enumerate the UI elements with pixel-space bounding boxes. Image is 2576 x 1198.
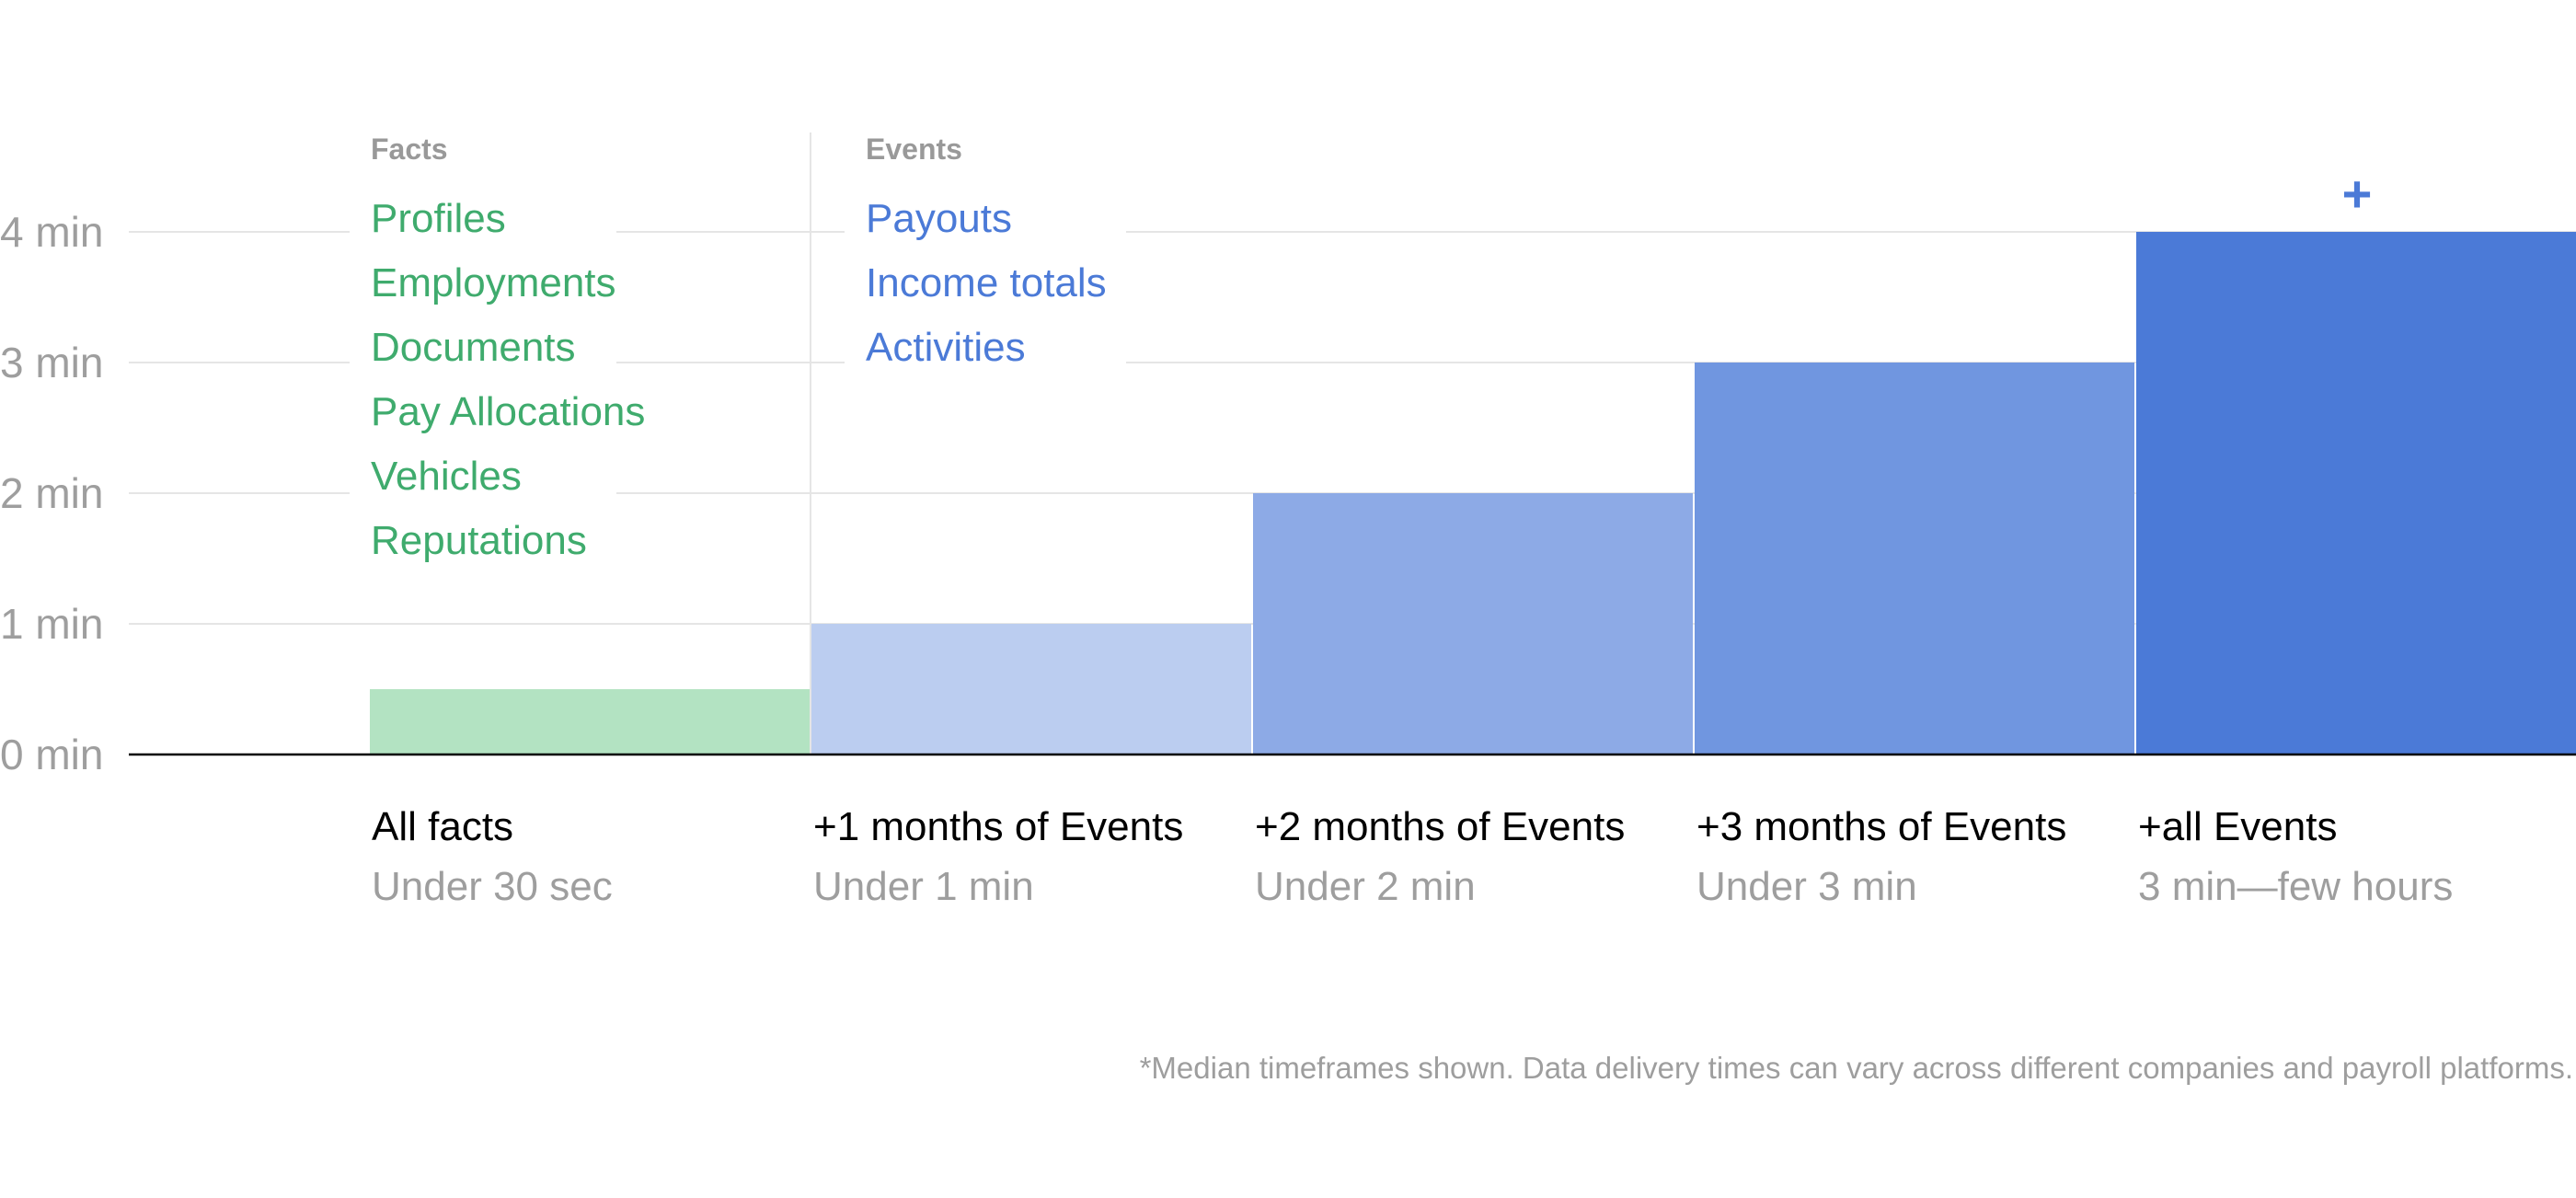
y-tick-label: 4 min <box>0 208 103 256</box>
bar-4 <box>1695 363 2134 755</box>
bar-2 <box>811 624 1251 755</box>
x-category-label: +1 months of Events <box>813 804 1183 849</box>
y-tick-label: 3 min <box>0 339 103 386</box>
category-labels: All facts Under 30 sec +1 months of Events… <box>372 804 2453 909</box>
x-category-sublabel: Under 2 min <box>1255 864 1476 909</box>
x-category-label: +2 months of Events <box>1255 804 1625 849</box>
legend-item: Activities <box>866 325 1026 370</box>
x-category-sublabel: Under 3 min <box>1696 864 1917 909</box>
data-type-legend: Facts Profiles Employments Documents Pay All… <box>350 132 1126 582</box>
footnote: *Median timeframes shown. Data delivery … <box>1140 1051 2573 1085</box>
plus-icon: + <box>2342 165 2373 223</box>
legend-item: Profiles <box>371 196 506 241</box>
delivery-time-chart: 0 min 1 min 2 min 3 min 4 min + Facts Profile… <box>0 132 2576 1085</box>
y-tick-label: 0 min <box>0 731 103 778</box>
y-tick-label: 1 min <box>0 600 103 648</box>
bars: + <box>370 165 2576 755</box>
legend-item: Vehicles <box>371 454 522 499</box>
legend-item: Payouts <box>866 196 1012 241</box>
x-category-sublabel: 3 min—few hours <box>2138 864 2453 909</box>
x-category-sublabel: Under 1 min <box>813 864 1034 909</box>
bar-5 <box>2136 232 2576 755</box>
bar-1 <box>370 689 810 755</box>
x-category-label: All facts <box>372 804 513 849</box>
legend-group-header: Events <box>866 132 962 166</box>
y-axis-ticks: 0 min 1 min 2 min 3 min 4 min <box>0 208 103 778</box>
legend-item: Documents <box>371 325 576 370</box>
x-category-sublabel: Under 30 sec <box>372 864 613 909</box>
x-category-label: +all Events <box>2138 804 2337 849</box>
bar-3 <box>1253 493 1693 755</box>
legend-item: Reputations <box>371 518 587 563</box>
x-category-label: +3 months of Events <box>1696 804 2066 849</box>
y-tick-label: 2 min <box>0 469 103 517</box>
legend-item: Employments <box>371 260 616 305</box>
legend-group-header: Facts <box>371 132 448 166</box>
legend-item: Pay Allocations <box>371 389 645 434</box>
legend-item: Income totals <box>866 260 1107 305</box>
